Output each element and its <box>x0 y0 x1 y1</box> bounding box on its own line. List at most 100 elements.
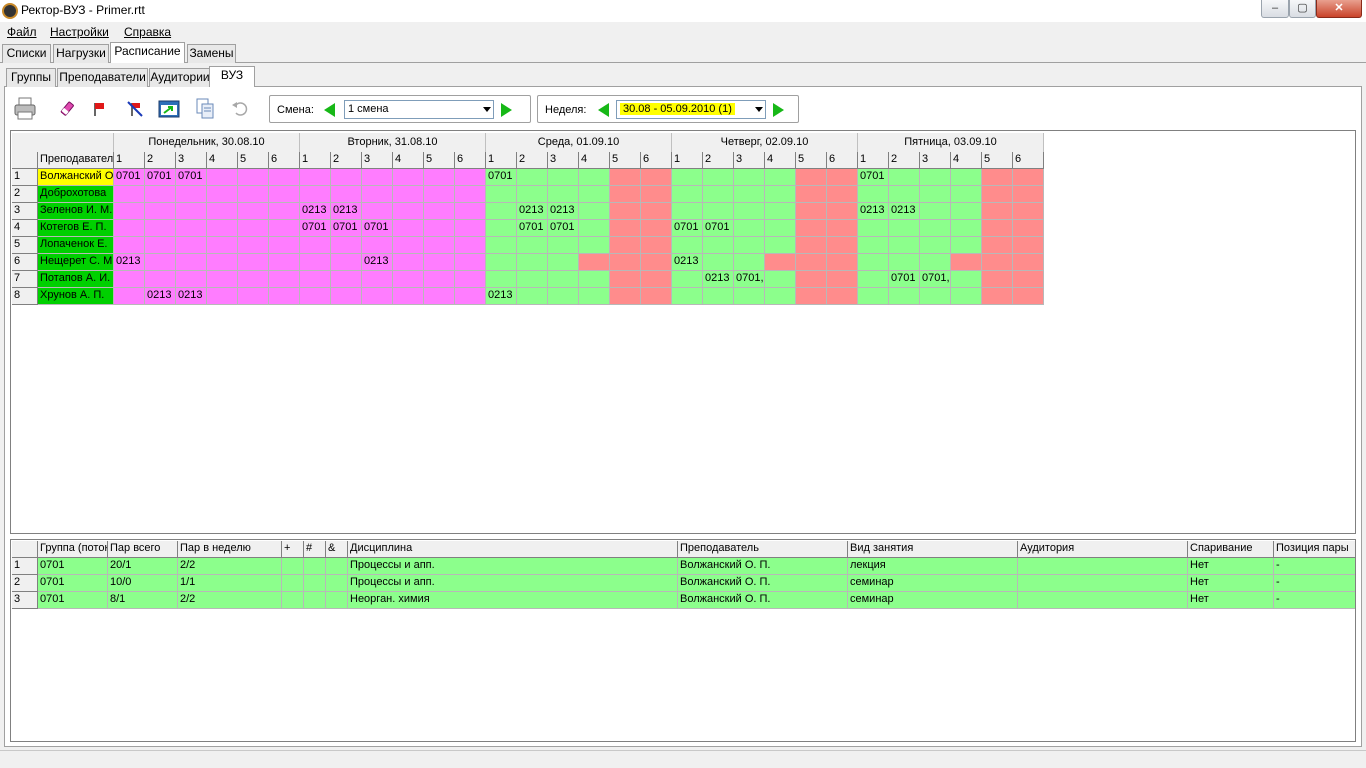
schedule-cell[interactable] <box>207 186 238 203</box>
details-column-header[interactable]: & <box>326 541 348 558</box>
schedule-cell[interactable] <box>734 254 765 271</box>
schedule-cell[interactable] <box>579 220 610 237</box>
details-cell[interactable] <box>282 592 304 609</box>
schedule-cell[interactable]: 0701, <box>920 271 951 288</box>
schedule-cell[interactable] <box>114 186 145 203</box>
schedule-cell[interactable] <box>734 203 765 220</box>
next-week-arrow-icon[interactable] <box>773 103 784 117</box>
schedule-cell[interactable] <box>858 254 889 271</box>
schedule-cell[interactable] <box>362 186 393 203</box>
schedule-cell[interactable] <box>765 186 796 203</box>
schedule-cell[interactable]: 0701 <box>889 271 920 288</box>
schedule-cell[interactable] <box>424 288 455 305</box>
schedule-cell[interactable] <box>951 169 982 186</box>
schedule-cell[interactable] <box>951 203 982 220</box>
schedule-cell[interactable] <box>672 169 703 186</box>
details-cell[interactable]: семинар <box>848 575 1018 592</box>
schedule-cell[interactable] <box>796 203 827 220</box>
schedule-cell[interactable] <box>1013 237 1044 254</box>
schedule-cell[interactable] <box>238 271 269 288</box>
schedule-cell[interactable]: 0701 <box>176 169 207 186</box>
details-cell[interactable]: Волжанский О. П. <box>678 575 848 592</box>
schedule-cell[interactable] <box>951 237 982 254</box>
schedule-cell[interactable] <box>145 254 176 271</box>
schedule-cell[interactable] <box>827 271 858 288</box>
schedule-cell[interactable] <box>951 220 982 237</box>
schedule-cell[interactable] <box>393 254 424 271</box>
schedule-cell[interactable]: 0213 <box>486 288 517 305</box>
schedule-cell[interactable] <box>145 271 176 288</box>
schedule-cell[interactable] <box>672 203 703 220</box>
schedule-cell[interactable]: 0213 <box>672 254 703 271</box>
schedule-cell[interactable] <box>269 186 300 203</box>
schedule-cell[interactable] <box>455 203 486 220</box>
schedule-cell[interactable] <box>486 186 517 203</box>
schedule-cell[interactable] <box>331 169 362 186</box>
schedule-cell[interactable] <box>765 169 796 186</box>
details-cell[interactable] <box>326 558 348 575</box>
schedule-cell[interactable] <box>579 186 610 203</box>
schedule-cell[interactable] <box>920 288 951 305</box>
schedule-cell[interactable] <box>548 271 579 288</box>
schedule-cell[interactable] <box>393 288 424 305</box>
details-cell[interactable] <box>326 592 348 609</box>
schedule-cell[interactable] <box>393 271 424 288</box>
schedule-cell[interactable]: 0213 <box>331 203 362 220</box>
details-column-header[interactable]: Аудитория <box>1018 541 1188 558</box>
remove-flag-icon[interactable] <box>122 95 148 123</box>
schedule-cell[interactable] <box>548 186 579 203</box>
schedule-cell[interactable] <box>734 169 765 186</box>
schedule-cell[interactable] <box>176 271 207 288</box>
menu-file[interactable]: Файл <box>7 25 37 39</box>
schedule-cell[interactable] <box>362 288 393 305</box>
schedule-cell[interactable] <box>455 254 486 271</box>
schedule-cell[interactable] <box>331 288 362 305</box>
schedule-cell[interactable] <box>579 169 610 186</box>
schedule-cell[interactable] <box>858 186 889 203</box>
details-cell[interactable]: Нет <box>1188 558 1274 575</box>
details-column-header[interactable]: Преподаватель <box>678 541 848 558</box>
schedule-cell[interactable] <box>486 237 517 254</box>
schedule-cell[interactable] <box>982 288 1013 305</box>
schedule-cell[interactable] <box>796 220 827 237</box>
schedule-cell[interactable] <box>796 271 827 288</box>
details-column-header[interactable]: # <box>304 541 326 558</box>
details-cell[interactable] <box>304 558 326 575</box>
schedule-cell[interactable] <box>765 203 796 220</box>
schedule-cell[interactable]: 0213 <box>517 203 548 220</box>
tab-loads[interactable]: Нагрузки <box>53 44 109 63</box>
schedule-cell[interactable] <box>1013 203 1044 220</box>
schedule-cell[interactable] <box>858 288 889 305</box>
schedule-cell[interactable] <box>300 169 331 186</box>
schedule-cell[interactable] <box>610 203 641 220</box>
schedule-cell[interactable] <box>145 220 176 237</box>
details-cell[interactable]: Процессы и апп. <box>348 558 678 575</box>
teacher-name[interactable]: Потапов А. И. <box>38 271 114 288</box>
schedule-cell[interactable] <box>610 169 641 186</box>
schedule-cell[interactable] <box>579 237 610 254</box>
schedule-cell[interactable] <box>641 288 672 305</box>
schedule-cell[interactable] <box>176 203 207 220</box>
schedule-cell[interactable] <box>1013 288 1044 305</box>
details-cell[interactable]: Нет <box>1188 592 1274 609</box>
schedule-cell[interactable] <box>331 271 362 288</box>
schedule-cell[interactable] <box>176 186 207 203</box>
schedule-cell[interactable] <box>889 186 920 203</box>
schedule-cell[interactable] <box>207 288 238 305</box>
schedule-cell[interactable] <box>765 220 796 237</box>
schedule-cell[interactable] <box>238 237 269 254</box>
schedule-cell[interactable] <box>424 220 455 237</box>
schedule-cell[interactable] <box>362 203 393 220</box>
schedule-cell[interactable] <box>827 186 858 203</box>
schedule-cell[interactable] <box>455 237 486 254</box>
tab-lists[interactable]: Списки <box>2 44 51 63</box>
schedule-cell[interactable] <box>858 237 889 254</box>
schedule-cell[interactable] <box>951 288 982 305</box>
schedule-cell[interactable] <box>207 203 238 220</box>
schedule-cell[interactable]: 0213 <box>362 254 393 271</box>
schedule-cell[interactable] <box>765 237 796 254</box>
copy-icon[interactable] <box>192 95 218 123</box>
details-cell[interactable] <box>282 575 304 592</box>
schedule-cell[interactable] <box>486 271 517 288</box>
schedule-cell[interactable] <box>641 186 672 203</box>
